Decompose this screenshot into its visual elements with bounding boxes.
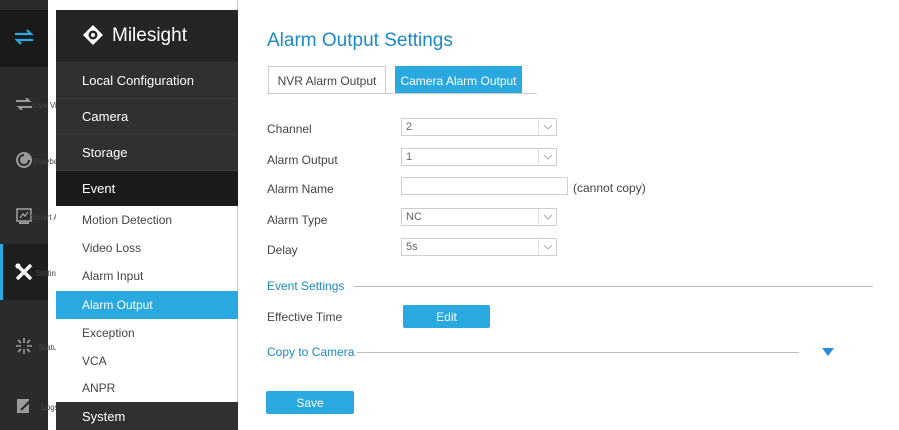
menu-item-event[interactable]: Event	[56, 170, 238, 206]
chevron-down-icon	[538, 209, 556, 225]
submenu-item-alarm-output[interactable]: Alarm Output	[56, 291, 238, 319]
event-settings-title: Event Settings	[267, 279, 345, 293]
alarm-output-label: Alarm Output	[267, 153, 338, 167]
alarm-output-value: 1	[406, 151, 413, 163]
brand-logo: Milesight	[56, 10, 238, 62]
submenu-item-motion-detection[interactable]: Motion Detection	[56, 206, 238, 234]
chevron-down-icon	[538, 239, 556, 255]
menu-item-system[interactable]: System	[56, 402, 238, 430]
edit-button[interactable]: Edit	[403, 305, 490, 328]
rail-item-live-view[interactable]: Live View	[0, 76, 67, 132]
chevron-down-icon	[538, 149, 556, 165]
alarm-name-label: Alarm Name	[267, 182, 334, 196]
delay-select[interactable]: 5s	[401, 238, 557, 256]
menu-item-camera[interactable]: Camera	[56, 98, 238, 134]
delay-value: 5s	[406, 241, 418, 253]
chevron-down-icon	[538, 119, 556, 135]
submenu-item-anpr[interactable]: ANPR	[56, 374, 238, 402]
rail-item-playback[interactable]: Playback	[0, 132, 66, 188]
alarm-type-label: Alarm Type	[267, 213, 328, 227]
page-title: Alarm Output Settings	[267, 30, 453, 51]
effective-time-label: Effective Time	[267, 310, 343, 324]
settings-menu: Milesight Local Configuration Camera Sto…	[56, 0, 238, 430]
channel-select[interactable]: 2	[401, 118, 557, 136]
channel-label: Channel	[267, 122, 312, 136]
event-settings-divider	[354, 286, 873, 287]
expand-arrow-icon[interactable]	[822, 348, 834, 356]
save-button[interactable]: Save	[266, 391, 354, 414]
menu-item-local-configuration[interactable]: Local Configuration	[56, 62, 238, 98]
alarm-name-input[interactable]	[401, 177, 568, 195]
alarm-name-note: (cannot copy)	[573, 181, 646, 195]
copy-to-camera-divider	[357, 352, 799, 353]
tab-nvr-alarm-output[interactable]: NVR Alarm Output	[268, 66, 386, 94]
delay-label: Delay	[267, 243, 298, 257]
main-content: Alarm Output Settings NVR Alarm Output C…	[240, 0, 899, 430]
tab-underline	[267, 93, 537, 94]
submenu-item-alarm-input[interactable]: Alarm Input	[56, 262, 238, 290]
rail-item-status[interactable]: Status	[0, 318, 61, 374]
copy-to-camera-title: Copy to Camera	[267, 345, 355, 359]
submenu-item-video-loss[interactable]: Video Loss	[56, 234, 238, 262]
swap-arrows-icon	[13, 29, 35, 48]
rail-item-logs[interactable]: Logs	[0, 380, 59, 430]
alarm-type-select[interactable]: NC	[401, 208, 557, 226]
menu-toggle-button[interactable]	[0, 10, 48, 67]
submenu-item-exception[interactable]: Exception	[56, 319, 238, 347]
tab-camera-alarm-output[interactable]: Camera Alarm Output	[395, 66, 522, 94]
alarm-type-value: NC	[406, 211, 422, 223]
submenu-item-vca[interactable]: VCA	[56, 347, 238, 375]
rail-item-smart-analytics[interactable]: Smart An...	[0, 188, 70, 244]
milesight-logo-icon	[82, 24, 104, 49]
brand-name: Milesight	[112, 25, 187, 46]
icon-rail: Live View Playback Smart An... Settings …	[0, 0, 70, 430]
alarm-output-select[interactable]: 1	[401, 148, 557, 166]
channel-value: 2	[406, 121, 413, 133]
rail-item-settings[interactable]: Settings	[0, 244, 64, 300]
menu-item-storage[interactable]: Storage	[56, 134, 238, 170]
